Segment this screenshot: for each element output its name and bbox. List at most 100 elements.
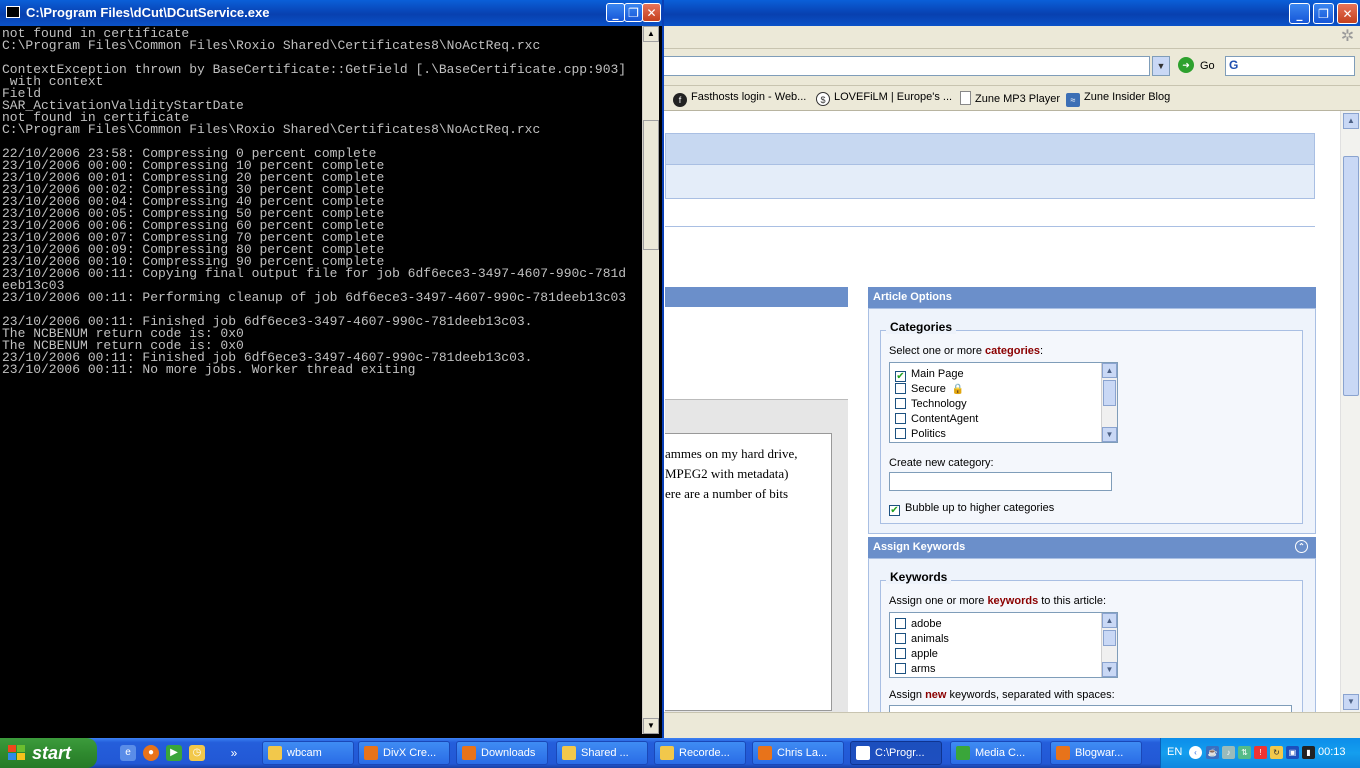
scroll-thumb[interactable] — [643, 120, 659, 250]
category-technology[interactable]: Technology — [895, 398, 967, 410]
taskbar-button-label: Chris La... — [777, 747, 828, 759]
category-contentagent[interactable]: ContentAgent — [895, 413, 978, 425]
taskbar: start e ● ▶ ◷ » wbcam DivX Cre... Download… — [0, 738, 1360, 768]
back-arrow-icon[interactable]: ‹ — [1189, 746, 1202, 759]
scroll-up-icon[interactable]: ▲ — [1102, 363, 1117, 378]
scroll-up-icon[interactable]: ▲ — [1343, 113, 1359, 129]
taskbar-button[interactable]: Media C... — [950, 741, 1042, 765]
taskbar-button[interactable]: wbcam — [262, 741, 354, 765]
checkbox[interactable] — [895, 413, 906, 424]
bookmark-zune-mp3[interactable]: Zune MP3 Player — [960, 91, 1060, 105]
folder-icon — [268, 746, 282, 760]
speaker-icon[interactable]: ♪ — [1222, 746, 1235, 759]
keyword-apple[interactable]: apple — [895, 648, 938, 660]
bubble-up-option[interactable]: ✔ Bubble up to higher categories — [889, 502, 1054, 516]
console-window: C:\Program Files\dCut\DCutService.exe _ … — [0, 0, 664, 738]
bookmark-zune-blog[interactable]: ≈ Zune Insider Blog — [1066, 91, 1170, 107]
minimize-button[interactable]: _ — [1289, 3, 1310, 24]
console-scrollbar[interactable]: ▲ ▼ — [642, 26, 659, 734]
folder-icon — [562, 746, 576, 760]
taskbar-button-label: Shared ... — [581, 747, 629, 759]
restore-button[interactable]: ❐ — [1313, 3, 1334, 24]
categories-scrollbar[interactable]: ▲ ▼ — [1101, 363, 1117, 442]
divider — [665, 226, 1315, 227]
go-button[interactable]: Go — [1200, 60, 1215, 72]
keywords-listbox[interactable]: adobe animals apple arms ▲ ▼ — [889, 612, 1118, 678]
scroll-thumb[interactable] — [1103, 630, 1116, 646]
categories-listbox[interactable]: ✔ Main Page Secure 🔒 Technology ContentAge… — [889, 362, 1118, 443]
checkbox[interactable] — [895, 663, 906, 674]
page-icon — [960, 91, 971, 105]
assign-keywords-header[interactable]: Assign Keywords ⌃ — [868, 537, 1316, 558]
scroll-up-icon[interactable]: ▲ — [1102, 613, 1117, 628]
bookmark-lovefilm[interactable]: $ LOVEFiLM | Europe's ... — [816, 91, 952, 106]
taskbar-button[interactable]: Blogwar... — [1050, 741, 1142, 765]
scroll-up-icon[interactable]: ▲ — [643, 26, 659, 42]
search-input[interactable]: G — [1225, 56, 1355, 76]
clock-quicklaunch-icon[interactable]: ◷ — [189, 745, 205, 761]
firefox-icon — [462, 746, 476, 760]
close-button[interactable]: ✕ — [642, 3, 661, 22]
scroll-down-icon[interactable]: ▼ — [1102, 427, 1117, 442]
taskbar-button[interactable]: DivX Cre... — [358, 741, 450, 765]
keywords-scrollbar[interactable]: ▲ ▼ — [1101, 613, 1117, 677]
security-icon[interactable]: ! — [1254, 746, 1267, 759]
address-dropdown-button[interactable]: ▼ — [1152, 56, 1170, 76]
taskbar-button[interactable]: Chris La... — [752, 741, 844, 765]
editor-header-bar — [665, 287, 848, 307]
checkbox[interactable] — [895, 398, 906, 409]
checkbox[interactable] — [895, 648, 906, 659]
category-secure[interactable]: Secure 🔒 — [895, 383, 964, 395]
page-subheader-bar — [665, 165, 1315, 199]
keyword-adobe[interactable]: adobe — [895, 618, 942, 630]
checkbox[interactable] — [895, 633, 906, 644]
scroll-down-icon[interactable]: ▼ — [1343, 694, 1359, 710]
taskbar-button[interactable]: C:\Progr... — [850, 741, 942, 765]
media-quicklaunch-icon[interactable]: ▶ — [166, 745, 182, 761]
create-category-input[interactable] — [889, 472, 1112, 491]
address-input[interactable] — [660, 56, 1150, 76]
category-main-page[interactable]: ✔ Main Page — [895, 368, 964, 382]
firefox-quicklaunch-icon[interactable]: ● — [143, 745, 159, 761]
google-search-icon[interactable]: G — [1229, 58, 1238, 72]
checkbox-checked[interactable]: ✔ — [895, 371, 906, 382]
console-title-bar[interactable]: C:\Program Files\dCut\DCutService.exe _ … — [0, 0, 662, 26]
editor-text-line: ere are a number of bits — [665, 486, 789, 501]
firefox-icon — [1056, 746, 1070, 760]
update-icon[interactable]: ↻ — [1270, 746, 1283, 759]
bookmark-fasthosts[interactable]: f Fasthosts login - Web... — [673, 91, 806, 107]
language-indicator[interactable]: EN — [1167, 746, 1182, 758]
new-keywords-input[interactable] — [889, 705, 1292, 712]
go-arrow-icon[interactable]: ➜ — [1178, 57, 1194, 73]
ie-quicklaunch-icon[interactable]: e — [120, 745, 136, 761]
minimize-button[interactable]: _ — [606, 3, 625, 22]
scroll-thumb[interactable] — [1103, 380, 1116, 406]
checkbox[interactable] — [895, 618, 906, 629]
category-politics[interactable]: Politics — [895, 428, 946, 440]
editor-text-line: MPEG2 with metadata) — [665, 466, 789, 481]
restore-button[interactable]: ❐ — [624, 3, 643, 22]
checkbox-checked[interactable]: ✔ — [889, 505, 900, 516]
keyword-arms[interactable]: arms — [895, 663, 935, 675]
taskbar-button[interactable]: Downloads — [456, 741, 548, 765]
page-scrollbar[interactable]: ▲ ▼ — [1340, 111, 1360, 712]
taskbar-button[interactable]: Shared ... — [556, 741, 648, 765]
taskbar-button[interactable]: Recorde... — [654, 741, 746, 765]
java-icon[interactable]: ☕ — [1206, 746, 1219, 759]
network-icon[interactable]: ⇅ — [1238, 746, 1251, 759]
display-icon[interactable]: ▣ — [1286, 746, 1299, 759]
scroll-thumb[interactable] — [1343, 156, 1359, 396]
scroll-down-icon[interactable]: ▼ — [1102, 662, 1117, 677]
checkbox[interactable] — [895, 428, 906, 439]
checkbox[interactable] — [895, 383, 906, 394]
device-icon[interactable]: ▮ — [1302, 746, 1315, 759]
scroll-down-icon[interactable]: ▼ — [643, 718, 659, 734]
chevron-right-icon[interactable]: » — [226, 745, 242, 761]
close-button[interactable]: ✕ — [1337, 3, 1358, 24]
start-button[interactable]: start — [0, 738, 97, 768]
keyword-animals[interactable]: animals — [895, 633, 949, 645]
article-options-header[interactable]: Article Options — [868, 287, 1316, 308]
keywords-legend: Keywords — [886, 570, 952, 584]
console-icon — [856, 746, 870, 760]
collapse-icon[interactable]: ⌃ — [1295, 540, 1308, 553]
